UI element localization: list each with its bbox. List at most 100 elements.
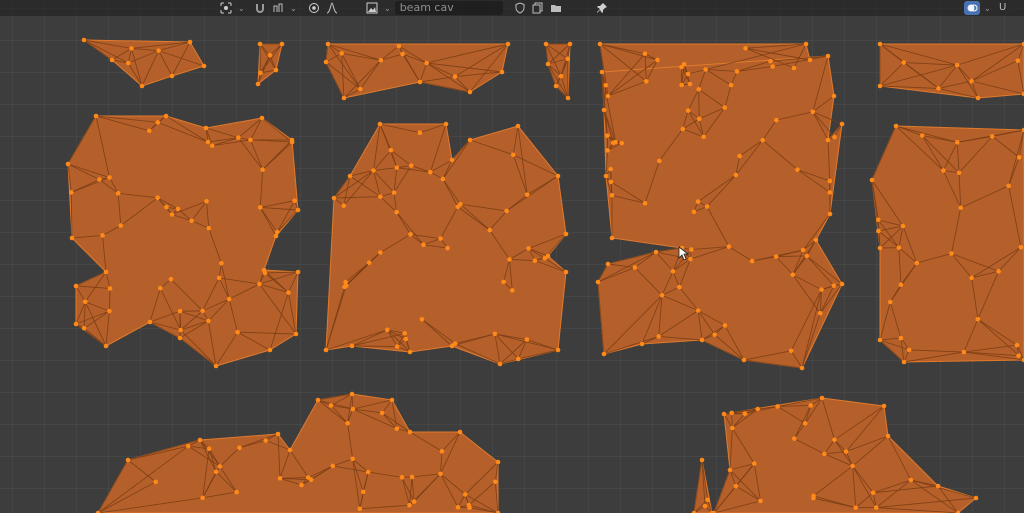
uv-vertex[interactable]: [501, 279, 506, 285]
uv-vertex[interactable]: [209, 143, 215, 148]
uv-vertex[interactable]: [699, 457, 705, 463]
uv-vertex[interactable]: [216, 275, 222, 281]
uv-vertex[interactable]: [466, 502, 472, 508]
uv-vertex[interactable]: [262, 270, 268, 276]
uv-vertex[interactable]: [733, 172, 739, 178]
uv-vertex[interactable]: [505, 41, 511, 47]
uv-vertex[interactable]: [956, 170, 962, 176]
uv-vertex[interactable]: [452, 341, 458, 346]
uv-vertex[interactable]: [417, 130, 423, 135]
uv-vertex[interactable]: [439, 448, 445, 454]
uv-vertex[interactable]: [565, 95, 571, 101]
uv-vertex[interactable]: [563, 269, 569, 275]
image-dropdown-chevron-icon[interactable]: ⌄: [382, 4, 393, 13]
overlay-dropdown-chevron-icon[interactable]: ⌄: [982, 4, 993, 13]
uv-vertex[interactable]: [515, 123, 521, 129]
uv-vertex[interactable]: [827, 211, 833, 217]
uv-vertex[interactable]: [323, 59, 329, 65]
uv-vertex[interactable]: [492, 331, 498, 337]
uv-vertex[interactable]: [900, 223, 906, 229]
uv-vertex[interactable]: [691, 209, 697, 215]
uv-vertex[interactable]: [758, 498, 763, 504]
uv-vertex[interactable]: [187, 39, 193, 45]
uv-vertex[interactable]: [408, 163, 414, 168]
uv-vertex[interactable]: [817, 310, 823, 316]
uv-vertex[interactable]: [737, 153, 742, 159]
uv-edge[interactable]: [351, 345, 398, 348]
uv-vertex[interactable]: [681, 61, 687, 67]
uv-vertex[interactable]: [153, 479, 158, 485]
uv-vertex[interactable]: [328, 403, 334, 408]
uv-menu-button[interactable]: U: [994, 1, 1011, 15]
uv-vertex[interactable]: [305, 475, 311, 480]
uv-vertex[interactable]: [555, 173, 561, 179]
uv-vertex[interactable]: [118, 223, 124, 228]
uv-vertex[interactable]: [876, 217, 881, 223]
uv-vertex[interactable]: [605, 93, 611, 99]
uv-vertex[interactable]: [670, 268, 676, 274]
uv-vertex[interactable]: [659, 292, 665, 298]
uv-vertex[interactable]: [169, 212, 175, 217]
uv-vertex[interactable]: [599, 69, 605, 75]
uv-vertex[interactable]: [438, 236, 443, 241]
uv-vertex[interactable]: [107, 308, 112, 314]
uv-vertex[interactable]: [394, 165, 400, 170]
uv-vertex[interactable]: [234, 489, 239, 495]
uv-vertex[interactable]: [742, 411, 748, 416]
uv-vertex[interactable]: [462, 492, 468, 497]
uv-vertex[interactable]: [722, 323, 728, 328]
uv-vertex[interactable]: [449, 157, 455, 163]
uv-vertex[interactable]: [807, 57, 813, 63]
uv-vertex[interactable]: [961, 349, 967, 355]
uv-vertex[interactable]: [695, 199, 701, 204]
uv-vertex[interactable]: [350, 456, 355, 462]
uv-vertex[interactable]: [126, 60, 131, 66]
uv-vertex[interactable]: [605, 148, 610, 153]
uv-vertex[interactable]: [989, 134, 995, 139]
uv-vertex[interactable]: [267, 52, 273, 58]
uv-vertex[interactable]: [129, 46, 134, 51]
uv-vertex[interactable]: [701, 134, 706, 140]
uv-vertex[interactable]: [680, 126, 686, 132]
uv-vertex[interactable]: [545, 61, 551, 67]
uv-vertex[interactable]: [289, 139, 295, 145]
uv-vertex[interactable]: [722, 105, 728, 110]
uv-vertex[interactable]: [257, 281, 262, 287]
uv-vertex[interactable]: [377, 194, 383, 199]
uv-vertex[interactable]: [203, 125, 209, 131]
uv-vertex[interactable]: [996, 269, 1001, 274]
uv-vertex[interactable]: [804, 253, 810, 259]
uv-vertex[interactable]: [394, 209, 399, 215]
uv-vertex[interactable]: [901, 359, 907, 365]
uv-vertex[interactable]: [455, 504, 461, 510]
uv-vertex[interactable]: [497, 361, 503, 367]
uv-vertex[interactable]: [898, 282, 904, 287]
uv-vertex[interactable]: [125, 457, 131, 463]
uv-vertex[interactable]: [553, 83, 559, 89]
uv-vertex[interactable]: [409, 474, 415, 480]
uv-vertex[interactable]: [400, 51, 405, 57]
uv-vertex[interactable]: [385, 327, 390, 333]
uv-vertex[interactable]: [403, 336, 409, 342]
uv-edge[interactable]: [698, 89, 700, 119]
uv-vertex[interactable]: [68, 190, 74, 195]
uv-vertex[interactable]: [257, 41, 263, 47]
uv-vertex[interactable]: [896, 245, 902, 250]
uv-vertex[interactable]: [274, 229, 280, 235]
uv-vertex[interactable]: [831, 93, 837, 99]
uv-vertex[interactable]: [803, 41, 809, 47]
uv-vertex[interactable]: [155, 195, 160, 201]
uv-vertex[interactable]: [200, 308, 205, 314]
uv-vertex[interactable]: [843, 449, 849, 454]
uv-vertex[interactable]: [565, 56, 571, 62]
uv-vertex[interactable]: [69, 235, 75, 241]
uv-vertex[interactable]: [378, 57, 384, 63]
uv-vertex[interactable]: [755, 406, 760, 412]
uv-vertex[interactable]: [749, 258, 755, 264]
uv-vertex[interactable]: [407, 349, 413, 355]
uv-vertex[interactable]: [524, 337, 530, 342]
uv-vertex[interactable]: [345, 420, 350, 426]
uv-vertex[interactable]: [969, 78, 974, 84]
uv-vertex[interactable]: [438, 471, 443, 477]
uv-vertex[interactable]: [603, 82, 609, 88]
